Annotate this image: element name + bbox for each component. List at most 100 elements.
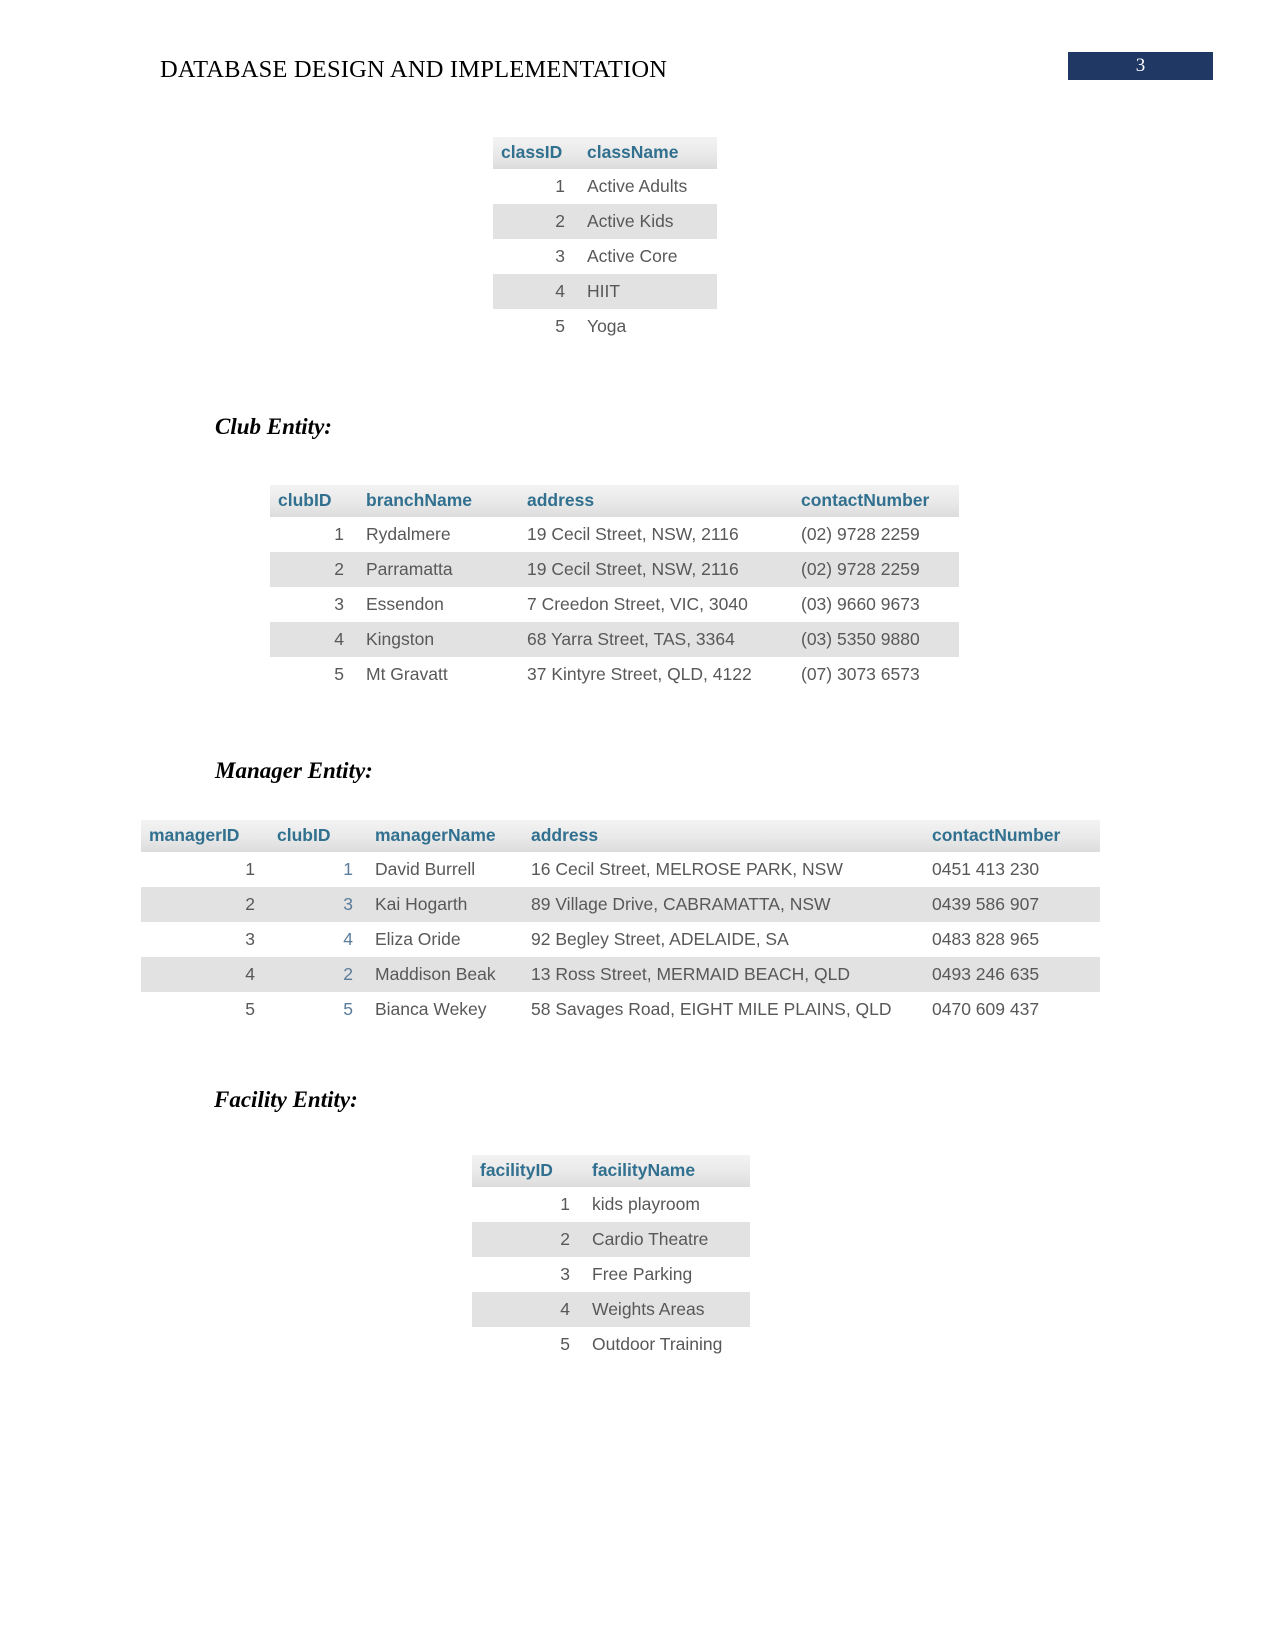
cell-classname: Active Core xyxy=(587,246,678,266)
cell-address: 92 Begley Street, ADELAIDE, SA xyxy=(531,929,789,949)
cell-contactnumber: (03) 9660 9673 xyxy=(801,594,920,614)
table-row: 5 Yoga xyxy=(493,309,717,344)
cell-classname: HIIT xyxy=(579,274,717,309)
cell-clubid: 1 xyxy=(343,859,353,879)
cell-branchname: Rydalmere xyxy=(366,524,451,544)
cell-branchname: Kingston xyxy=(358,622,519,657)
cell-clubid: 3 xyxy=(334,594,344,614)
cell-facilityname: kids playroom xyxy=(592,1194,700,1214)
document-page: DATABASE DESIGN AND IMPLEMENTATION 3 cla… xyxy=(0,0,1275,1650)
section-heading-manager: Manager Entity: xyxy=(215,758,373,783)
table-row: 4 2 Maddison Beak 13 Ross Street, MERMAI… xyxy=(141,957,1100,992)
table-row: 2 3 Kai Hogarth 89 Village Drive, CABRAM… xyxy=(141,887,1100,922)
cell-contactnumber: (02) 9728 2259 xyxy=(801,524,920,544)
column-header-managername: managerName xyxy=(367,820,523,852)
column-header-classname: className xyxy=(579,137,717,169)
cell-address: 19 Cecil Street, NSW, 2116 xyxy=(519,552,793,587)
column-header-contactnumber: contactNumber xyxy=(793,485,959,517)
table-row: 4 Weights Areas xyxy=(472,1292,750,1327)
cell-branchname: Parramatta xyxy=(358,552,519,587)
table-row: 1 Active Adults xyxy=(493,169,717,204)
column-header-facilityname: facilityName xyxy=(584,1155,750,1187)
table-row: 3 4 Eliza Oride 92 Begley Street, ADELAI… xyxy=(141,922,1100,957)
table-row: 5 Mt Gravatt 37 Kintyre Street, QLD, 412… xyxy=(270,657,959,692)
cell-managername: David Burrell xyxy=(375,859,476,879)
column-header-facilityid: facilityID xyxy=(472,1155,584,1187)
section-heading-club: Club Entity: xyxy=(215,414,332,439)
cell-address: 7 Creedon Street, VIC, 3040 xyxy=(527,594,748,614)
cell-classid: 2 xyxy=(493,204,579,239)
column-header-address: address xyxy=(523,820,924,852)
page-title: DATABASE DESIGN AND IMPLEMENTATION xyxy=(160,56,668,83)
cell-address: 19 Cecil Street, NSW, 2116 xyxy=(527,524,739,544)
table-row: 1 kids playroom xyxy=(472,1187,750,1222)
column-header-branchname: branchName xyxy=(358,485,519,517)
cell-branchname: Essendon xyxy=(366,594,444,614)
cell-contactnumber: (07) 3073 6573 xyxy=(801,664,920,684)
cell-classname: Active Kids xyxy=(579,204,717,239)
table-row: 1 1 David Burrell 16 Cecil Street, MELRO… xyxy=(141,852,1100,887)
cell-classid: 1 xyxy=(555,176,565,196)
cell-facilityid: 2 xyxy=(472,1222,584,1257)
table-body: 1 Active Adults 2 Active Kids 3 Active C… xyxy=(493,169,717,344)
cell-address: 16 Cecil Street, MELROSE PARK, NSW xyxy=(531,859,843,879)
cell-contactnumber: (02) 9728 2259 xyxy=(793,552,959,587)
table-row: 1 Rydalmere 19 Cecil Street, NSW, 2116 (… xyxy=(270,517,959,552)
cell-contactnumber: 0493 246 635 xyxy=(924,957,1100,992)
table-row: 3 Essendon 7 Creedon Street, VIC, 3040 (… xyxy=(270,587,959,622)
cell-clubid: 2 xyxy=(270,552,358,587)
table-row: 2 Cardio Theatre xyxy=(472,1222,750,1257)
cell-clubid: 3 xyxy=(269,887,367,922)
cell-managerid: 1 xyxy=(245,859,255,879)
column-header-address: address xyxy=(519,485,793,517)
cell-address: 13 Ross Street, MERMAID BEACH, QLD xyxy=(523,957,924,992)
cell-clubid: 2 xyxy=(269,957,367,992)
cell-contactnumber: 0451 413 230 xyxy=(932,859,1040,879)
table-row: 4 Kingston 68 Yarra Street, TAS, 3364 (0… xyxy=(270,622,959,657)
cell-contactnumber: 0483 828 965 xyxy=(932,929,1040,949)
cell-contactnumber: 0470 609 437 xyxy=(932,999,1040,1019)
cell-facilityid: 5 xyxy=(560,1334,570,1354)
cell-facilityid: 1 xyxy=(560,1194,570,1214)
cell-facilityname: Free Parking xyxy=(592,1264,693,1284)
cell-address: 58 Savages Road, EIGHT MILE PLAINS, QLD xyxy=(531,999,892,1019)
table-header-row: managerID clubID managerName address con… xyxy=(141,820,1100,852)
cell-classid: 4 xyxy=(493,274,579,309)
table-row: 4 HIIT xyxy=(493,274,717,309)
table-header-row: facilityID facilityName xyxy=(472,1155,750,1187)
table-row: 5 5 Bianca Wekey 58 Savages Road, EIGHT … xyxy=(141,992,1100,1027)
column-header-clubid: clubID xyxy=(270,485,358,517)
cell-managername: Kai Hogarth xyxy=(367,887,523,922)
table-row: 2 Parramatta 19 Cecil Street, NSW, 2116 … xyxy=(270,552,959,587)
cell-clubid: 5 xyxy=(334,664,344,684)
table-row: 5 Outdoor Training xyxy=(472,1327,750,1362)
cell-clubid: 5 xyxy=(343,999,353,1019)
column-header-contactnumber: contactNumber xyxy=(924,820,1100,852)
column-header-clubid: clubID xyxy=(269,820,367,852)
section-heading-facility: Facility Entity: xyxy=(214,1087,358,1112)
cell-clubid: 4 xyxy=(343,929,353,949)
cell-facilityname: Outdoor Training xyxy=(592,1334,723,1354)
table-body: 1 kids playroom 2 Cardio Theatre 3 Free … xyxy=(472,1187,750,1362)
document-header: DATABASE DESIGN AND IMPLEMENTATION 3 xyxy=(0,52,1275,96)
cell-facilityname: Weights Areas xyxy=(584,1292,750,1327)
cell-managerid: 5 xyxy=(245,999,255,1019)
manager-entity-table: managerID clubID managerName address con… xyxy=(141,820,1100,1027)
facility-entity-table: facilityID facilityName 1 kids playroom … xyxy=(472,1155,750,1362)
table-row: 3 Free Parking xyxy=(472,1257,750,1292)
cell-clubid: 1 xyxy=(334,524,344,544)
table-row: 2 Active Kids xyxy=(493,204,717,239)
cell-address: 68 Yarra Street, TAS, 3364 xyxy=(519,622,793,657)
page-number-badge: 3 xyxy=(1068,52,1213,80)
cell-managerid: 3 xyxy=(245,929,255,949)
cell-facilityid: 3 xyxy=(560,1264,570,1284)
cell-managerid: 2 xyxy=(141,887,269,922)
cell-managername: Maddison Beak xyxy=(367,957,523,992)
cell-managername: Eliza Oride xyxy=(375,929,461,949)
cell-classname: Active Adults xyxy=(587,176,688,196)
table-header-row: clubID branchName address contactNumber xyxy=(270,485,959,517)
cell-clubid: 4 xyxy=(270,622,358,657)
club-entity-table: clubID branchName address contactNumber … xyxy=(270,485,959,692)
cell-address: 89 Village Drive, CABRAMATTA, NSW xyxy=(523,887,924,922)
cell-classname: Yoga xyxy=(587,316,627,336)
